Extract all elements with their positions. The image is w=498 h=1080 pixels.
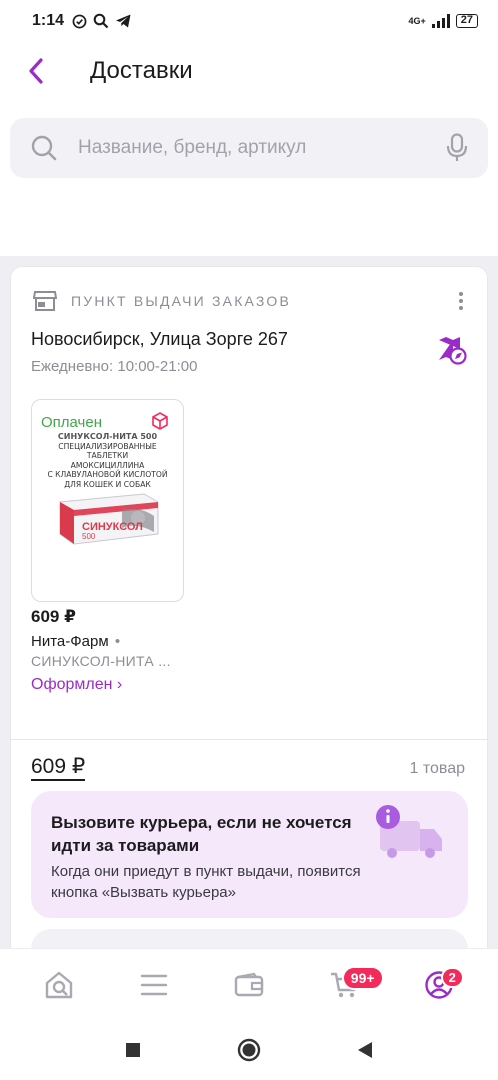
system-nav (0, 1020, 498, 1080)
search-input[interactable] (78, 137, 446, 159)
signal-icon (431, 14, 450, 28)
home-search-icon (46, 971, 73, 998)
circle-icon (237, 1038, 261, 1062)
menu-icon (140, 974, 168, 995)
status-time: 1:14 (32, 12, 65, 29)
network-label: 4G+ (408, 16, 426, 26)
pickup-address: Новосибирск, Улица Зорге 267 (31, 329, 288, 349)
check-circle-icon (72, 14, 87, 28)
battery-indicator: 27 (455, 14, 478, 28)
search-bar[interactable] (10, 118, 488, 178)
search-status-icon (93, 13, 109, 29)
triangle-back-icon (358, 1042, 372, 1058)
courier-banner[interactable]: Вызовите курьера, если не хочется идти з… (31, 791, 468, 918)
store-icon (33, 291, 57, 311)
app-header: Доставки (0, 42, 498, 100)
paid-badge: Оплачен (41, 414, 102, 431)
wallet-icon (234, 972, 264, 996)
product-price: 609 ₽ (31, 607, 76, 626)
square-icon (126, 1043, 140, 1057)
map-icon[interactable] (437, 335, 467, 365)
package-dose: 500 (82, 532, 96, 541)
courier-banner-subtitle: Когда они приедут в пункт выдачи, появит… (51, 863, 361, 901)
nav-catalog[interactable] (126, 957, 182, 1013)
bottom-nav: 99+ 2 (0, 948, 498, 1020)
product-brand: Нита-Фарм • (31, 633, 121, 650)
telegram-icon (116, 14, 131, 28)
nav-profile[interactable]: 2 (411, 957, 467, 1013)
courier-banner-title: Вызовите курьера, если не хочется идти з… (51, 813, 352, 855)
package-title: СИНУКСОЛ-НИТА 500 (57, 432, 158, 441)
home-button[interactable] (234, 1035, 264, 1065)
pickup-hours: Ежедневно: 10:00-21:00 (31, 358, 198, 375)
package-text: СИНУКСОЛ-НИТА 500 СПЕЦИАЛИЗИРОВАННЫЕ ТАБ… (42, 432, 173, 489)
medicine-box-image: СИНУКСОЛ 500 (59, 493, 159, 545)
product-image[interactable]: Оплачен СИНУКСОЛ-НИТА 500 СПЕЦИАЛИЗИРОВА… (31, 399, 184, 602)
status-bar: 1:14 4G+ 27 (0, 0, 498, 42)
divider (11, 739, 487, 740)
order-status-link[interactable]: Оформлен › (31, 676, 122, 694)
box-icon (152, 412, 168, 430)
profile-badge: 2 (440, 966, 464, 988)
items-count: 1 товар (409, 760, 465, 777)
more-options-button[interactable] (449, 289, 473, 313)
pickup-header: ПУНКТ ВЫДАЧИ ЗАКАЗОВ (33, 289, 473, 313)
total-price: 609 ₽ (31, 756, 86, 781)
recent-apps-button[interactable] (118, 1035, 148, 1065)
page-title: Доставки (90, 57, 193, 84)
cart-badge: 99+ (341, 965, 384, 990)
pickup-type-label: ПУНКТ ВЫДАЧИ ЗАКАЗОВ (71, 293, 292, 309)
back-button[interactable] (0, 42, 72, 100)
product-name: СИНУКСОЛ-НИТА ... (31, 653, 171, 669)
nav-wallet[interactable] (221, 957, 277, 1013)
nav-cart[interactable]: 99+ (316, 957, 384, 1013)
system-back-button[interactable] (350, 1035, 380, 1065)
delivery-truck-icon (376, 805, 442, 858)
nav-home[interactable] (31, 957, 87, 1013)
microphone-icon[interactable] (446, 133, 468, 163)
search-icon (31, 135, 57, 161)
delivery-card: ПУНКТ ВЫДАЧИ ЗАКАЗОВ Новосибирск, Улица … (10, 266, 488, 969)
chevron-left-icon (29, 58, 43, 84)
